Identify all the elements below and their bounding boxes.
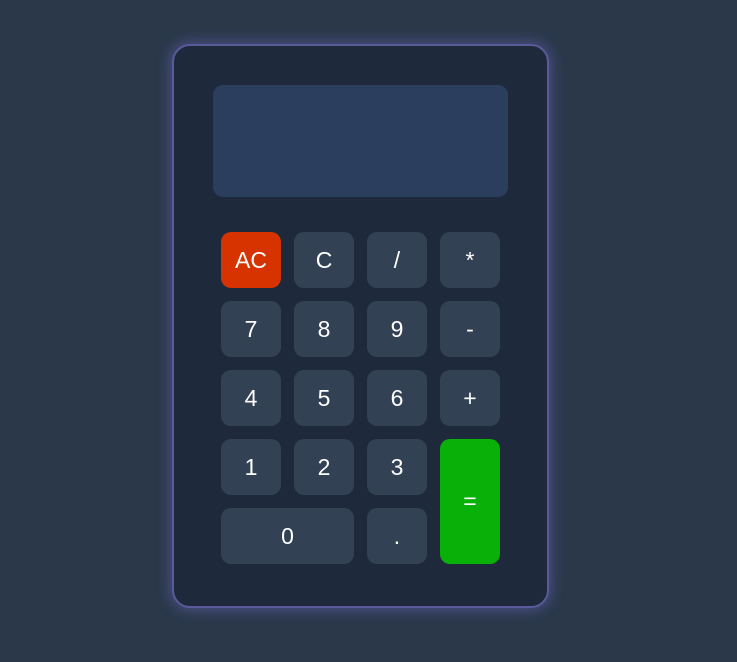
multiply-button[interactable]: *	[440, 232, 500, 288]
calculator: AC C / * 7 8 9 - 4 5 6 + 1 2 3 = 0 .	[172, 44, 549, 608]
keypad: AC C / * 7 8 9 - 4 5 6 + 1 2 3 = 0 .	[221, 232, 500, 564]
digit-9-button[interactable]: 9	[367, 301, 427, 357]
digit-1-button[interactable]: 1	[221, 439, 281, 495]
digit-6-button[interactable]: 6	[367, 370, 427, 426]
digit-8-button[interactable]: 8	[294, 301, 354, 357]
divide-button[interactable]: /	[367, 232, 427, 288]
all-clear-button[interactable]: AC	[221, 232, 281, 288]
equals-button[interactable]: =	[440, 439, 500, 564]
clear-button[interactable]: C	[294, 232, 354, 288]
digit-0-button[interactable]: 0	[221, 508, 354, 564]
digit-7-button[interactable]: 7	[221, 301, 281, 357]
calculator-display	[213, 85, 508, 197]
digit-3-button[interactable]: 3	[367, 439, 427, 495]
add-button[interactable]: +	[440, 370, 500, 426]
digit-4-button[interactable]: 4	[221, 370, 281, 426]
page-background: AC C / * 7 8 9 - 4 5 6 + 1 2 3 = 0 .	[0, 0, 737, 662]
digit-5-button[interactable]: 5	[294, 370, 354, 426]
digit-2-button[interactable]: 2	[294, 439, 354, 495]
subtract-button[interactable]: -	[440, 301, 500, 357]
decimal-point-button[interactable]: .	[367, 508, 427, 564]
